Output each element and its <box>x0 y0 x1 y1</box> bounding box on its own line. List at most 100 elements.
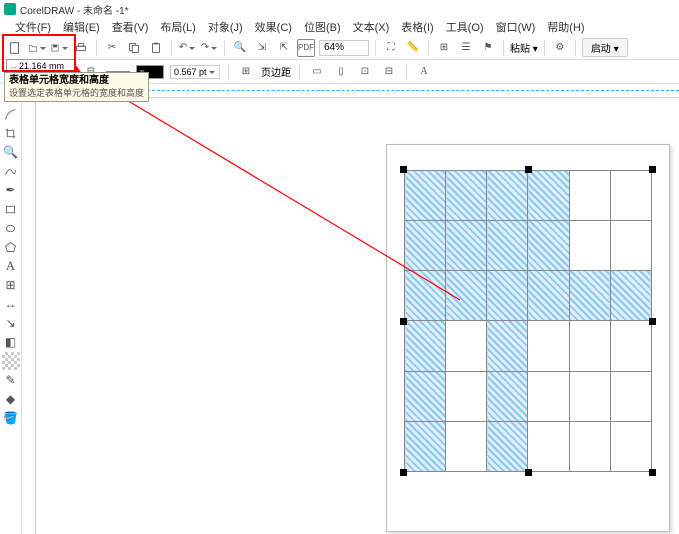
table-cell[interactable] <box>528 421 569 471</box>
table-tool[interactable]: ⊞ <box>2 276 20 294</box>
table-cell[interactable] <box>405 371 446 421</box>
copy-icon[interactable] <box>125 39 143 57</box>
table-cell[interactable] <box>569 171 610 221</box>
paste-icon[interactable] <box>147 39 165 57</box>
connector-tool[interactable]: ↘ <box>2 314 20 332</box>
menu-edit[interactable]: 编辑(E) <box>58 19 105 35</box>
table-cell[interactable] <box>569 221 610 271</box>
border-icon[interactable]: ⊞ <box>237 63 255 81</box>
split-icon[interactable]: ⊡ <box>356 63 374 81</box>
table-cell[interactable] <box>569 271 610 321</box>
menu-help[interactable]: 帮助(H) <box>542 19 589 35</box>
options-icon[interactable]: ⚙ <box>551 39 569 57</box>
handle-n[interactable] <box>525 166 532 173</box>
table-cell[interactable] <box>569 321 610 371</box>
cut-icon[interactable]: ✂ <box>103 39 121 57</box>
table-cell[interactable] <box>528 171 569 221</box>
shape-tool[interactable] <box>2 105 20 123</box>
menu-view[interactable]: 查看(V) <box>107 19 154 35</box>
table-cell[interactable] <box>569 371 610 421</box>
menu-object[interactable]: 对象(J) <box>203 19 248 35</box>
table-cell[interactable] <box>610 321 651 371</box>
outline-width[interactable]: 0.567 pt <box>170 65 220 79</box>
table-cell[interactable] <box>528 271 569 321</box>
distribute-v-icon[interactable]: ▯ <box>332 63 350 81</box>
menu-text[interactable]: 文本(X) <box>348 19 395 35</box>
ruler-icon[interactable]: 📏 <box>404 39 422 57</box>
polygon-tool[interactable] <box>2 238 20 256</box>
transparency-tool[interactable] <box>2 352 20 370</box>
blend-tool[interactable]: ◧ <box>2 333 20 351</box>
table-cell[interactable] <box>405 421 446 471</box>
table-cell[interactable] <box>610 171 651 221</box>
table-cell[interactable] <box>487 171 528 221</box>
freehand-tool[interactable] <box>2 162 20 180</box>
handle-sw[interactable] <box>400 469 407 476</box>
new-icon[interactable] <box>6 39 24 57</box>
pdf-icon[interactable]: PDF <box>297 39 315 57</box>
table-cell[interactable] <box>446 371 487 421</box>
canvas[interactable] <box>36 98 679 534</box>
save-icon[interactable] <box>50 39 68 57</box>
table-cell[interactable] <box>487 221 528 271</box>
rectangle-tool[interactable] <box>2 200 20 218</box>
table-cell[interactable] <box>446 271 487 321</box>
table-cell[interactable] <box>610 421 651 471</box>
smart-fill-tool[interactable]: 🪣 <box>2 409 20 427</box>
table-cell[interactable] <box>446 321 487 371</box>
text-icon[interactable]: A <box>415 63 433 81</box>
handle-s[interactable] <box>525 469 532 476</box>
handle-w[interactable] <box>400 318 407 325</box>
fullscreen-icon[interactable]: ⛶ <box>382 39 400 57</box>
table-cell[interactable] <box>487 271 528 321</box>
table-cell[interactable] <box>446 421 487 471</box>
text-tool[interactable]: A <box>2 257 20 275</box>
table-cell[interactable] <box>610 221 651 271</box>
table-cell[interactable] <box>610 371 651 421</box>
redo-icon[interactable]: ↷ <box>200 39 218 57</box>
unsplit-icon[interactable]: ⊟ <box>380 63 398 81</box>
table-cell[interactable] <box>569 421 610 471</box>
table-cell[interactable] <box>487 371 528 421</box>
table-cell[interactable] <box>405 321 446 371</box>
table-cell[interactable] <box>528 371 569 421</box>
ellipse-tool[interactable] <box>2 219 20 237</box>
open-icon[interactable] <box>28 39 46 57</box>
margin-label[interactable]: 页边距 <box>261 64 291 79</box>
table-cell[interactable] <box>405 271 446 321</box>
handle-e[interactable] <box>649 318 656 325</box>
menu-layout[interactable]: 布局(L) <box>155 19 200 35</box>
handle-nw[interactable] <box>400 166 407 173</box>
menu-bitmap[interactable]: 位图(B) <box>299 19 346 35</box>
table-cell[interactable] <box>446 171 487 221</box>
print-icon[interactable] <box>72 39 90 57</box>
align-icon[interactable]: ☰ <box>457 39 475 57</box>
menu-window[interactable]: 窗口(W) <box>491 19 541 35</box>
table-cell[interactable] <box>528 221 569 271</box>
dimension-tool[interactable]: ↔ <box>2 295 20 313</box>
table-cell[interactable] <box>487 321 528 371</box>
handle-se[interactable] <box>649 469 656 476</box>
eyedropper-tool[interactable]: ✎ <box>2 371 20 389</box>
table-cell[interactable] <box>487 421 528 471</box>
table-cell[interactable] <box>446 221 487 271</box>
table-object[interactable] <box>404 170 652 472</box>
paste-dropdown[interactable]: 粘贴 ▾ <box>510 40 538 55</box>
table-cell[interactable] <box>528 321 569 371</box>
undo-icon[interactable]: ↶ <box>178 39 196 57</box>
search-icon[interactable]: 🔍 <box>231 39 249 57</box>
interactive-fill-tool[interactable]: ◆ <box>2 390 20 408</box>
table-cell[interactable] <box>610 271 651 321</box>
distribute-h-icon[interactable]: ▭ <box>308 63 326 81</box>
menu-tools[interactable]: 工具(O) <box>441 19 489 35</box>
export-icon[interactable]: ⇱ <box>275 39 293 57</box>
artistic-tool[interactable]: ✒ <box>2 181 20 199</box>
handle-ne[interactable] <box>649 166 656 173</box>
menu-effects[interactable]: 效果(C) <box>250 19 297 35</box>
snap-icon[interactable]: ⊞ <box>435 39 453 57</box>
menu-file[interactable]: 文件(F) <box>10 19 56 35</box>
table-cell[interactable] <box>405 221 446 271</box>
import-icon[interactable]: ⇲ <box>253 39 271 57</box>
launch-button[interactable]: 启动 ▾ <box>582 38 628 57</box>
menu-table[interactable]: 表格(I) <box>396 19 438 35</box>
